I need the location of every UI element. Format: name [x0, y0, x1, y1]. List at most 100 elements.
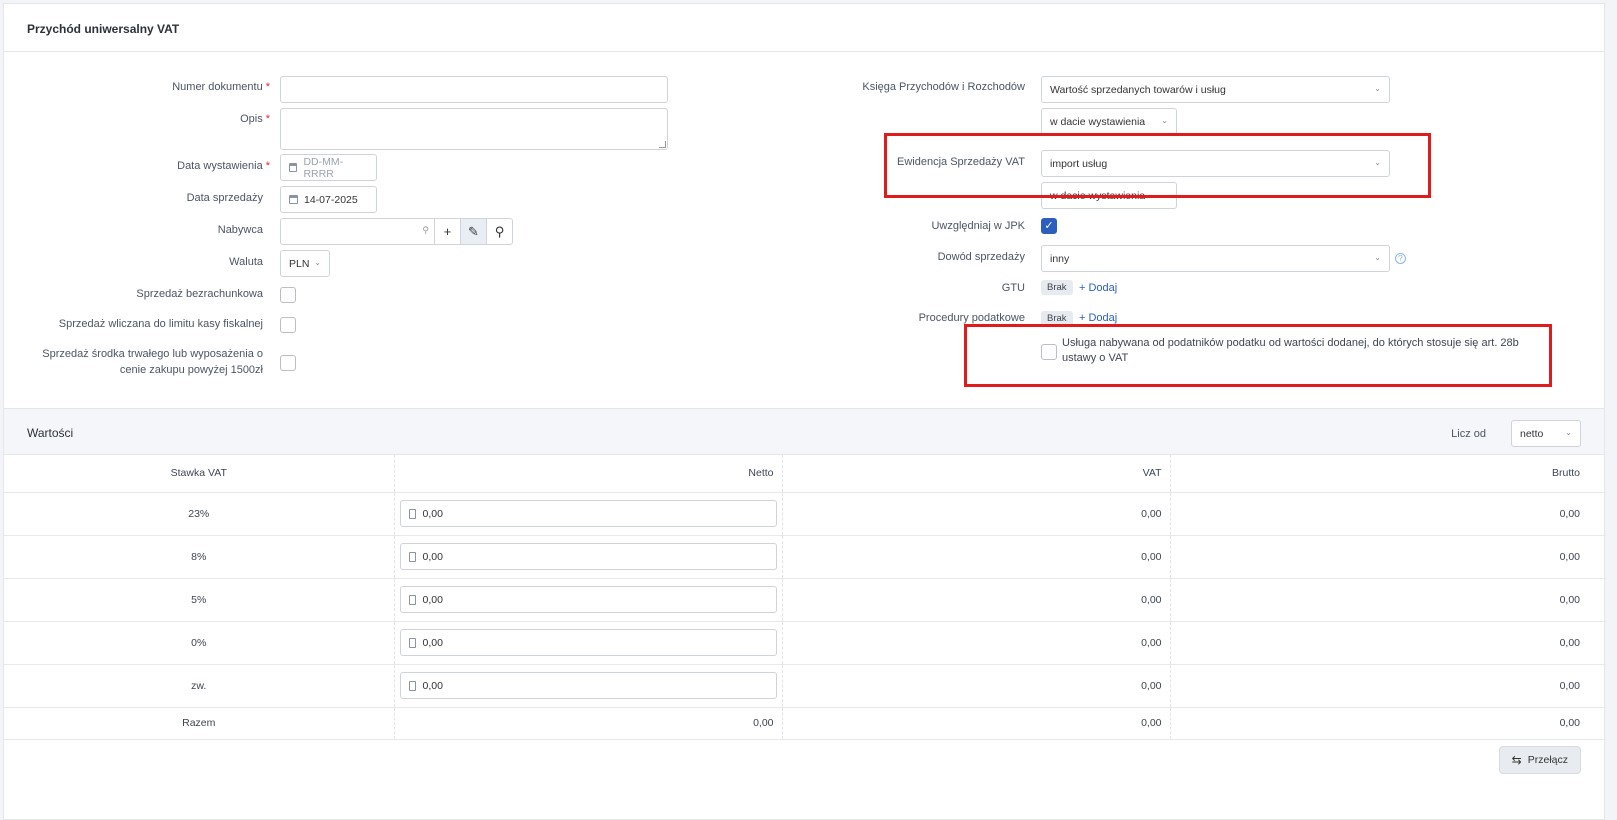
netto-input[interactable]: 0,00 [399, 500, 777, 527]
chevron-down-icon: ⌄ [314, 258, 321, 267]
dowod-select[interactable]: inny ⌄ [1041, 245, 1390, 272]
rate-cell: 0% [4, 621, 395, 665]
total-netto: 0,00 [394, 707, 783, 740]
chevron-down-icon: ⌄ [1374, 253, 1381, 262]
page-title: Przychód uniwersalny VAT [27, 22, 180, 36]
data-sprzedazy-input[interactable]: 14-07-2025 [280, 186, 377, 213]
form-card: Przychód uniwersalny VAT Numer dokumentu… [3, 3, 1606, 820]
opis-textarea[interactable] [280, 108, 668, 150]
netto-input[interactable]: 0,00 [399, 672, 777, 699]
numer-dokumentu-input[interactable] [280, 76, 668, 103]
col-brutto: Brutto [1170, 455, 1606, 493]
art28b-label: Usługa nabywana od podatników podatku od… [1062, 337, 1519, 364]
vat-cell: 0,00 [782, 492, 1171, 536]
calculator-icon[interactable] [408, 508, 416, 519]
waluta-label: Waluta [229, 256, 263, 268]
check-icon: ✓ [1044, 220, 1054, 232]
gtu-add-link[interactable]: + Dodaj [1079, 282, 1117, 294]
table-row: 23% 0,00 0,00 0,00 [4, 492, 1606, 536]
col-netto: Netto [394, 455, 783, 493]
total-vat: 0,00 [782, 707, 1171, 740]
total-row: Razem 0,00 0,00 0,00 [4, 707, 1606, 740]
brutto-cell: 0,00 [1170, 621, 1606, 665]
edit-nabywca-button[interactable]: ✎ [461, 218, 487, 245]
kpir-label: Księga Przychodów i Rozchodów [862, 81, 1025, 93]
netto-cell: 0,00 [394, 492, 783, 536]
limit-kasy-checkbox[interactable] [280, 317, 296, 333]
chevron-down-icon: ⌄ [1374, 84, 1381, 93]
nabywca-label: Nabywca [217, 224, 263, 236]
resize-handle-icon[interactable] [659, 141, 666, 148]
search-icon: ⚲ [422, 225, 429, 235]
netto-cell: 0,00 [394, 621, 783, 665]
data-wystawienia-input[interactable]: DD-MM-RRRR [280, 154, 377, 181]
srodek-trwaly-label: Sprzedaż środka trwałego lub wyposażenia… [42, 348, 263, 376]
sprzedaz-bezrachunkowa-checkbox[interactable] [280, 287, 296, 303]
col-vat: VAT [782, 455, 1171, 493]
srodek-trwaly-checkbox[interactable] [280, 355, 296, 371]
values-section-header: Wartości Licz od netto ⌄ [4, 408, 1604, 455]
rate-cell: 5% [4, 578, 395, 622]
help-icon[interactable]: ? [1395, 253, 1406, 264]
nabywca-group: ⚲ + ✎ ⚲ [280, 218, 513, 245]
gtu-label: GTU [1001, 282, 1025, 294]
jpk-label: Uwzględniaj w JPK [931, 220, 1025, 232]
art28b-checkbox[interactable] [1041, 344, 1057, 360]
total-label: Razem [4, 707, 395, 740]
table-row: 0% 0,00 0,00 0,00 [4, 621, 1606, 665]
calculator-icon[interactable] [408, 680, 416, 691]
netto-input[interactable]: 0,00 [399, 586, 777, 613]
vat-cell: 0,00 [782, 535, 1171, 579]
opis-label: Opis * [240, 113, 270, 125]
brutto-cell: 0,00 [1170, 578, 1606, 622]
search-nabywca-button[interactable]: ⚲ [487, 218, 513, 245]
switch-button[interactable]: ⇆ Przełącz [1498, 746, 1581, 774]
chevron-down-icon: ⌄ [1161, 116, 1168, 125]
calculator-icon[interactable] [408, 594, 416, 605]
add-nabywca-button[interactable]: + [435, 218, 461, 245]
numer-dokumentu-label: Numer dokumentu * [172, 81, 270, 93]
vat-cell: 0,00 [782, 578, 1171, 622]
waluta-select[interactable]: PLN ⌄ [280, 250, 330, 277]
netto-cell: 0,00 [394, 578, 783, 622]
kpir-select[interactable]: Wartość sprzedanych towarów i usług ⌄ [1041, 76, 1390, 103]
col-stawka-vat: Stawka VAT [4, 455, 395, 493]
procedury-add-link[interactable]: + Dodaj [1079, 312, 1117, 324]
limit-kasy-label: Sprzedaż wliczana do limitu kasy fiskaln… [58, 318, 263, 330]
highlight-box-ewidencja [884, 133, 1431, 198]
netto-input[interactable]: 0,00 [399, 543, 777, 570]
values-title: Wartości [27, 426, 74, 440]
netto-cell: 0,00 [394, 664, 783, 708]
edit-icon: ✎ [468, 223, 479, 239]
calculator-icon[interactable] [408, 637, 416, 648]
swap-icon: ⇆ [1511, 753, 1522, 767]
calendar-icon [289, 195, 298, 204]
dowod-label: Dowód sprzedaży [937, 251, 1025, 263]
table-row: 8% 0,00 0,00 0,00 [4, 535, 1606, 579]
procedury-label: Procedury podatkowe [918, 312, 1025, 324]
table-row: 5% 0,00 0,00 0,00 [4, 578, 1606, 622]
jpk-checkbox[interactable]: ✓ [1041, 218, 1057, 234]
brutto-cell: 0,00 [1170, 664, 1606, 708]
calculator-icon[interactable] [408, 551, 416, 562]
chevron-down-icon: ⌄ [1565, 428, 1572, 437]
brutto-cell: 0,00 [1170, 535, 1606, 579]
rate-cell: 23% [4, 492, 395, 536]
search-icon: ⚲ [494, 223, 505, 239]
data-sprzedazy-label: Data sprzedaży [186, 192, 263, 204]
table-header-row: Stawka VAT Netto VAT Brutto [4, 455, 1606, 493]
rate-cell: zw. [4, 664, 395, 708]
total-brutto: 0,00 [1170, 707, 1606, 740]
kpir-date-select[interactable]: w dacie wystawienia ⌄ [1041, 108, 1177, 135]
brutto-cell: 0,00 [1170, 492, 1606, 536]
netto-cell: 0,00 [394, 535, 783, 579]
calendar-icon [289, 163, 298, 172]
licz-od-label: Licz od [1451, 428, 1486, 440]
nabywca-search-input[interactable]: ⚲ [280, 218, 435, 245]
netto-input[interactable]: 0,00 [399, 629, 777, 656]
data-wystawienia-label: Data wystawienia * [177, 160, 270, 172]
vat-cell: 0,00 [782, 664, 1171, 708]
licz-od-select[interactable]: netto ⌄ [1511, 420, 1581, 447]
table-row: zw. 0,00 0,00 0,00 [4, 664, 1606, 708]
values-table: Stawka VAT Netto VAT Brutto 23% 0,00 0,0… [4, 455, 1606, 740]
